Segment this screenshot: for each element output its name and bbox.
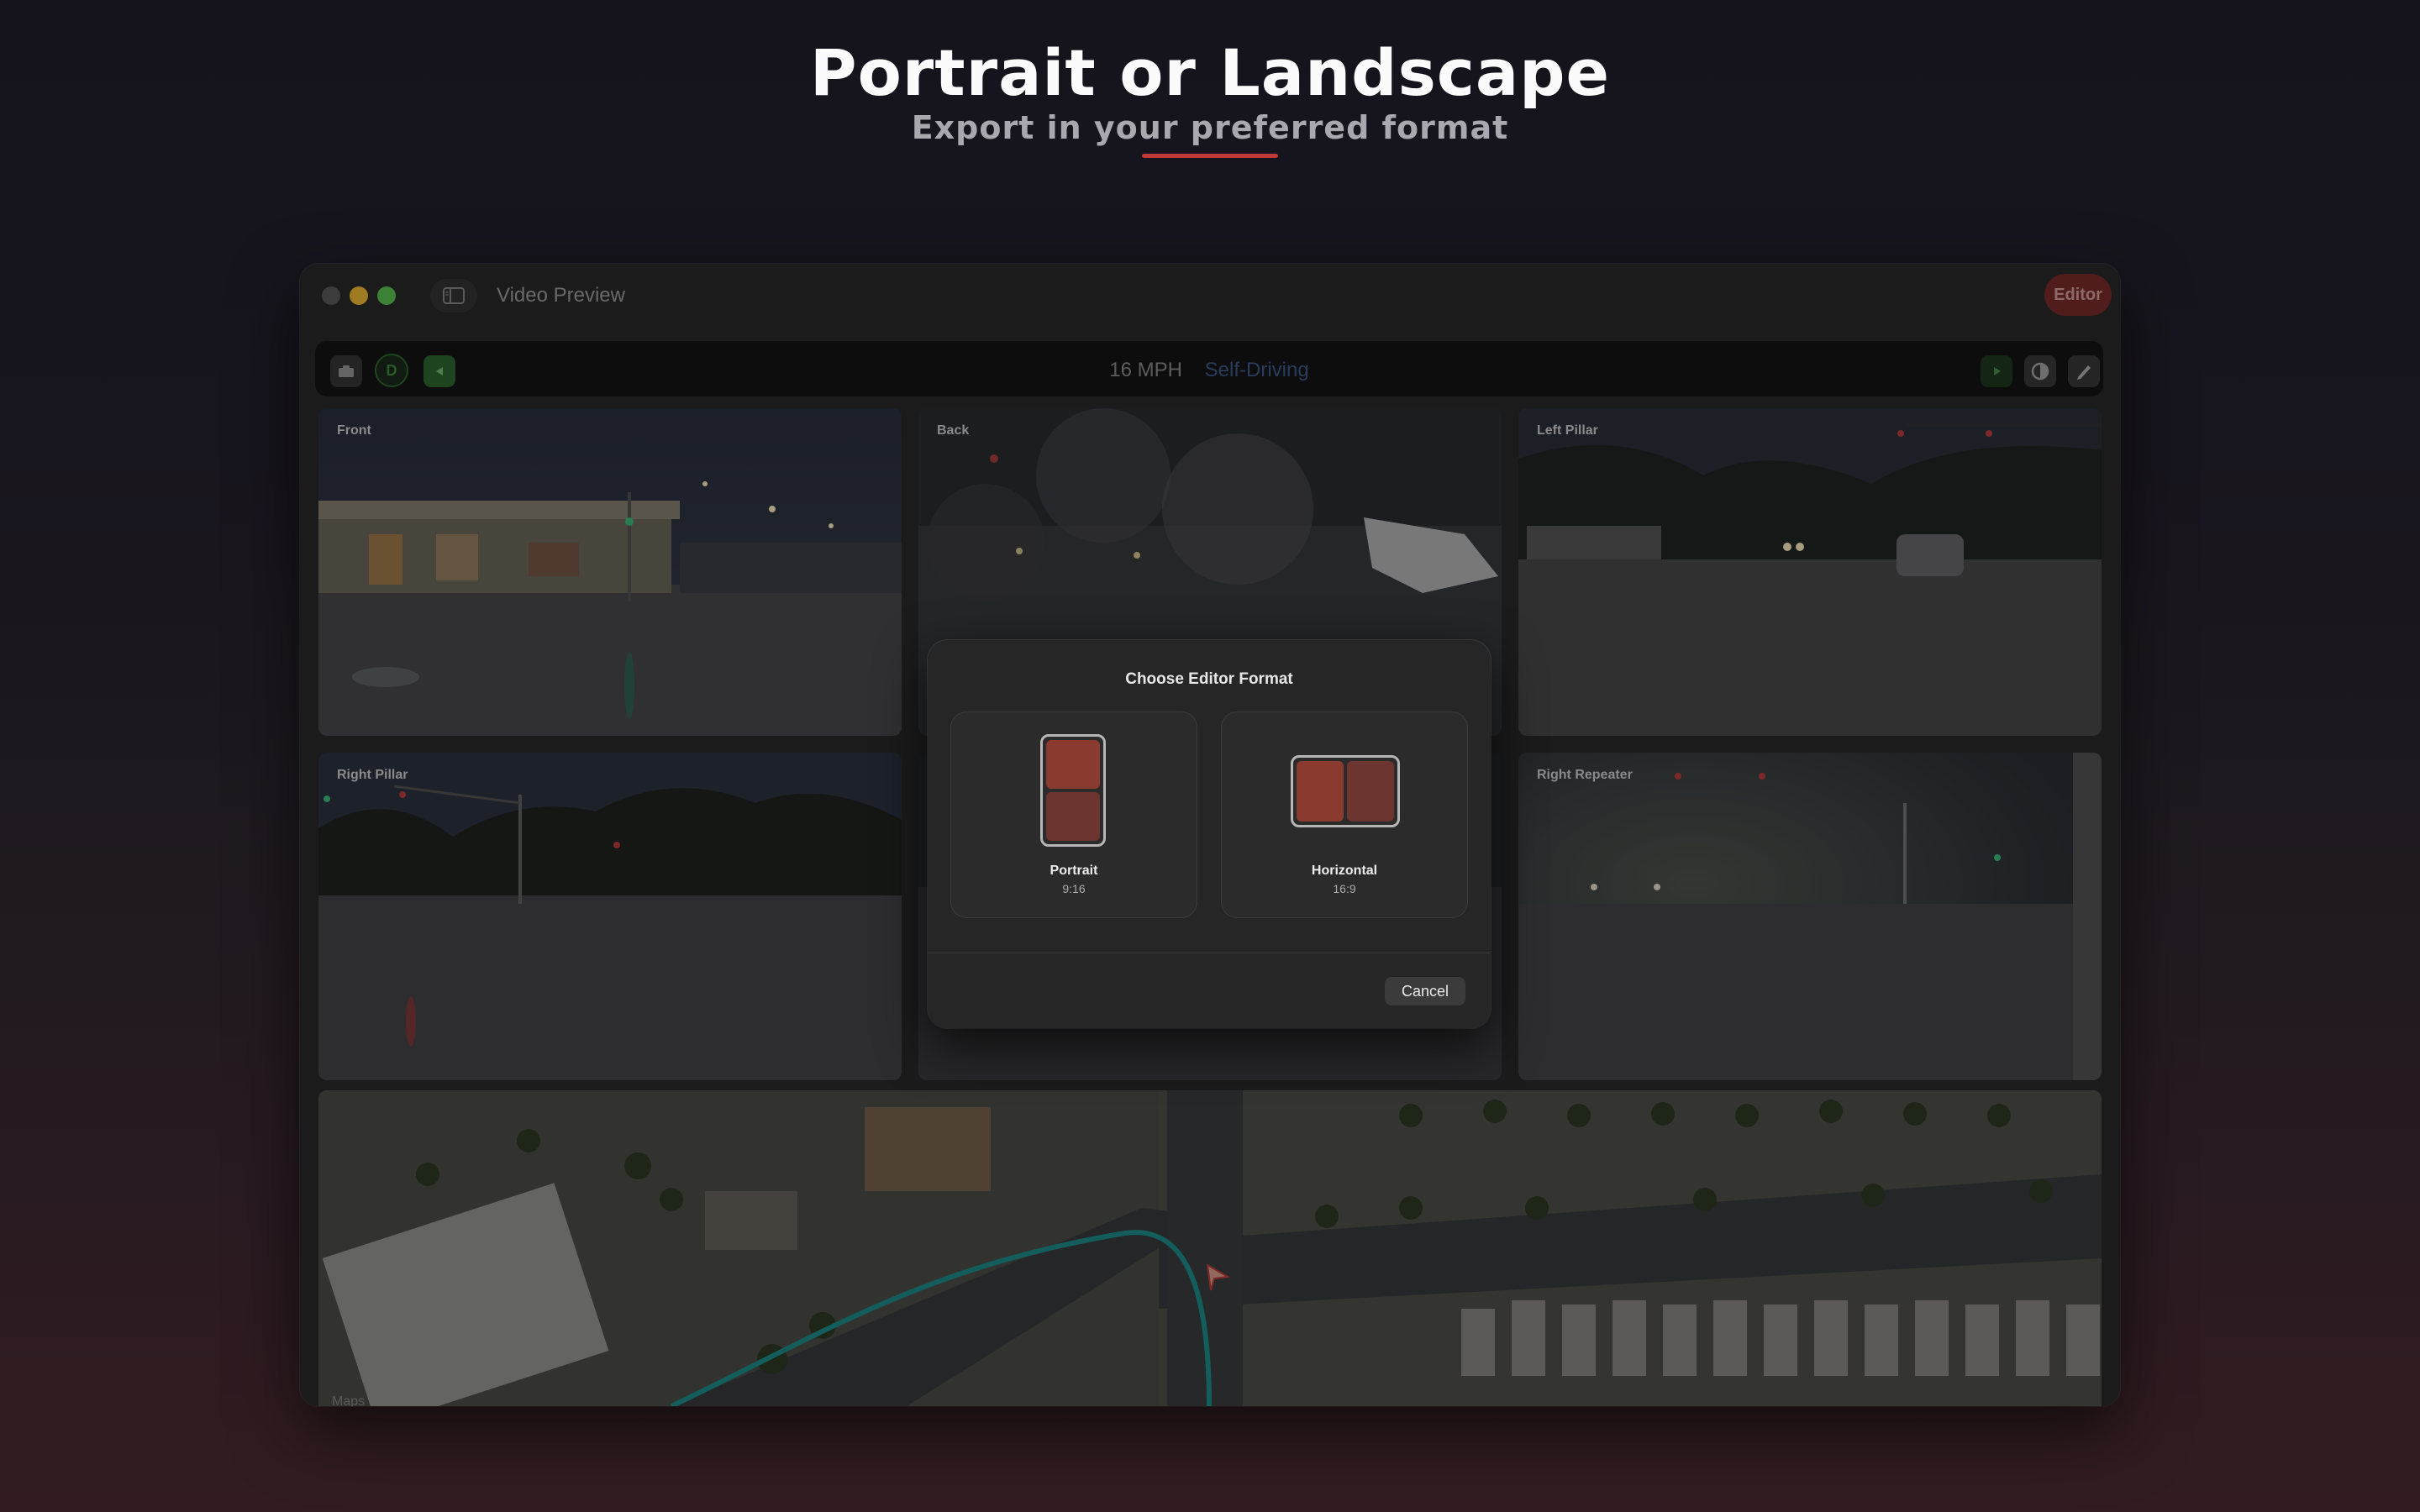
cancel-button[interactable]: Cancel bbox=[1385, 977, 1465, 1005]
contrast-icon bbox=[2031, 362, 2049, 381]
satellite-map bbox=[318, 1090, 2102, 1406]
editor-button[interactable]: Editor bbox=[2044, 274, 2112, 316]
camera-left-pillar[interactable]: Left Pillar bbox=[1518, 408, 2102, 736]
portrait-option-label: Portrait bbox=[1050, 864, 1098, 878]
camera-label-back: Back bbox=[937, 423, 970, 438]
maximize-window-button[interactable] bbox=[377, 286, 396, 305]
camera-front[interactable]: Front bbox=[318, 408, 902, 736]
annotate-button[interactable] bbox=[2068, 355, 2100, 387]
adjust-button[interactable] bbox=[2024, 355, 2056, 387]
camera-label-right-repeater: Right Repeater bbox=[1537, 768, 1633, 782]
portrait-option[interactable]: Portrait 9:16 bbox=[951, 712, 1197, 917]
left-pillar-camera-feed bbox=[1518, 408, 2102, 736]
play-button[interactable] bbox=[1981, 355, 2012, 387]
play-icon bbox=[1994, 367, 2001, 375]
close-window-button[interactable] bbox=[322, 286, 340, 305]
map-view[interactable]: Maps bbox=[318, 1090, 2102, 1406]
map-attribution: Maps bbox=[332, 1394, 366, 1406]
horizontal-option[interactable]: Horizontal 16:9 bbox=[1222, 712, 1467, 917]
camera-right-repeater[interactable]: Right Repeater bbox=[1518, 753, 2102, 1080]
window-title: Video Preview bbox=[497, 284, 625, 307]
speed-readout: 16 MPH Self-Driving bbox=[315, 359, 2103, 382]
title-bar: Video Preview Editor bbox=[300, 264, 2120, 328]
horizontal-preview-icon bbox=[1291, 755, 1400, 827]
portrait-option-ratio: 9:16 bbox=[1062, 882, 1086, 895]
hero-title: Portrait or Landscape bbox=[809, 35, 1611, 110]
speed-value: 16 MPH bbox=[1109, 359, 1182, 381]
camera-right-pillar[interactable]: Right Pillar bbox=[318, 753, 902, 1080]
sidebar-toggle-button[interactable] bbox=[430, 279, 477, 312]
hero-underline bbox=[1142, 154, 1278, 158]
horizontal-option-ratio: 16:9 bbox=[1333, 882, 1356, 895]
self-driving-status: Self-Driving bbox=[1204, 359, 1309, 381]
editor-format-dialog: Choose Editor Format Portrait 9:16 Horiz… bbox=[928, 640, 1491, 1028]
hero-subtitle: Export in your preferred format bbox=[911, 109, 1509, 146]
sidebar-icon bbox=[443, 287, 465, 304]
playback-toolbar: D 16 MPH Self-Driving bbox=[315, 341, 2103, 396]
portrait-preview-icon bbox=[1040, 734, 1106, 847]
front-camera-feed bbox=[318, 408, 902, 736]
dialog-title: Choose Editor Format bbox=[1125, 670, 1293, 688]
camera-label-left-pillar: Left Pillar bbox=[1537, 423, 1598, 438]
camera-label-front: Front bbox=[337, 423, 371, 438]
horizontal-option-label: Horizontal bbox=[1311, 864, 1378, 878]
pen-icon bbox=[2077, 365, 2091, 380]
right-repeater-camera-feed bbox=[1518, 753, 2102, 1080]
right-pillar-camera-feed bbox=[318, 753, 902, 1080]
camera-label-right-pillar: Right Pillar bbox=[337, 768, 408, 782]
minimize-window-button[interactable] bbox=[350, 286, 368, 305]
